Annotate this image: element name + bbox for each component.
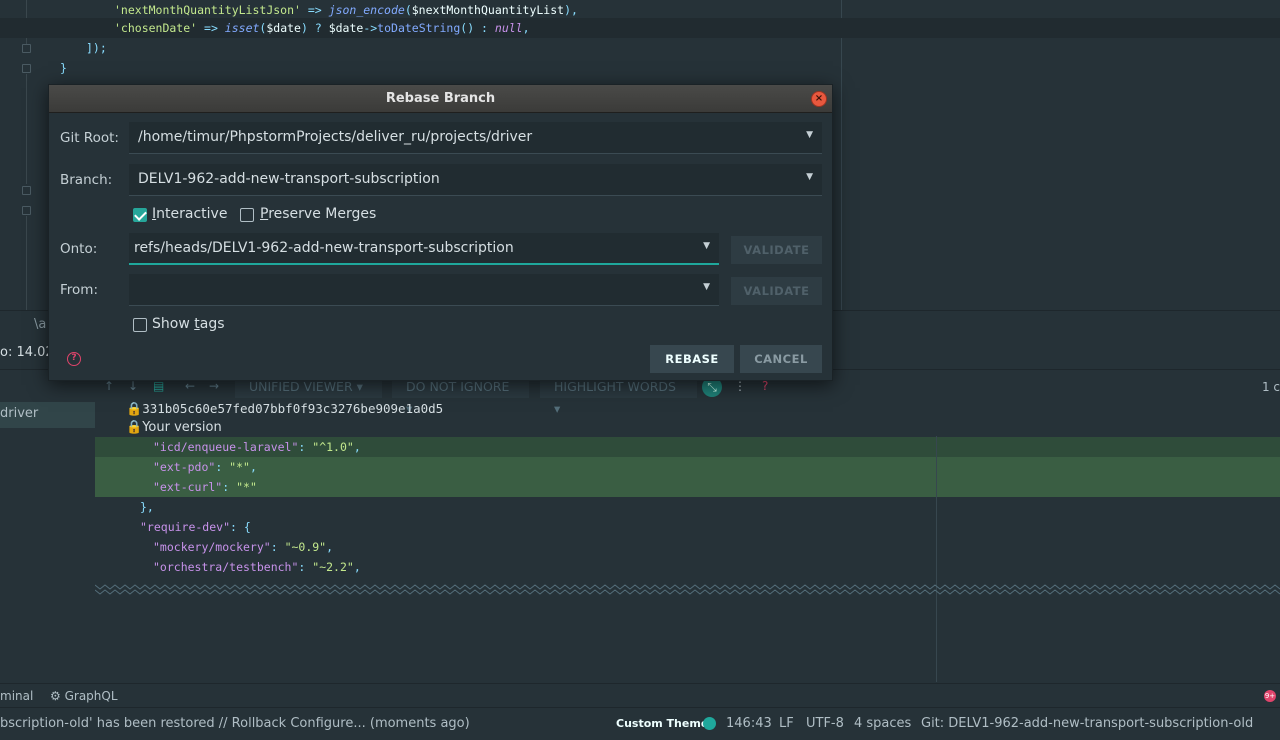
onto-label: Onto: (60, 241, 98, 257)
diff-right-margin (936, 436, 937, 682)
help-icon[interactable]: ? (762, 379, 768, 393)
changes-tree: driver (0, 370, 95, 682)
highlight-label: HIGHLIGHT WORDS (554, 379, 676, 394)
fold-marker-icon[interactable] (22, 186, 31, 195)
preserve-merges-checkbox[interactable] (240, 208, 254, 222)
fold-marker-icon[interactable] (22, 44, 31, 53)
preserve-text: reserve Merges (268, 206, 377, 222)
cursor-position[interactable]: 146:43 (726, 716, 772, 731)
diff-line[interactable]: "ext-pdo": "*", (95, 457, 1280, 477)
diff-line[interactable]: "mockery/mockery": "~0.9", (95, 537, 1280, 557)
cancel-button[interactable]: CANCEL (740, 345, 822, 373)
theme-dot-icon (703, 717, 716, 730)
graphql-label: GraphQL (64, 689, 118, 703)
help-icon[interactable]: ? (67, 352, 81, 366)
editor-gutter (0, 0, 50, 310)
show-tags-text-rest: ags (199, 316, 225, 332)
rebase-branch-dialog: Rebase Branch × Git Root: /home/timur/Ph… (48, 84, 833, 381)
from-combo[interactable]: ▼ (129, 274, 719, 306)
ignore-label: DO NOT IGNORE (406, 379, 510, 394)
fold-guide (26, 74, 27, 184)
chevron-down-icon: ▼ (806, 172, 813, 182)
your-version-row: 🔒Your version (126, 420, 222, 435)
graphql-tab[interactable]: ⚙ GraphQL (50, 689, 118, 703)
collapsed-region-marker[interactable] (95, 584, 1280, 596)
chevron-down-icon: ▼ (703, 241, 710, 251)
validate-from-button[interactable]: VALIDATE (731, 277, 822, 305)
rebase-button[interactable]: REBASE (650, 345, 734, 373)
interactive-label[interactable]: Interactive (152, 206, 227, 222)
onto-value: refs/heads/DELV1-962-add-new-transport-s… (134, 240, 514, 256)
show-tags-text: Show (152, 316, 195, 332)
show-tags-checkbox[interactable] (133, 318, 147, 332)
lock-icon: 🔒 (126, 402, 143, 417)
file-encoding[interactable]: UTF-8 (806, 716, 844, 731)
status-bar: bscription-old' has been restored // Rol… (0, 707, 1280, 740)
theme-indicator[interactable]: Custom Theme (612, 715, 712, 733)
chevron-down-icon: ▼ (806, 130, 813, 140)
interactive-checkbox[interactable] (133, 208, 147, 222)
arrow-up-icon[interactable]: ↑ (104, 379, 114, 393)
tree-item-driver[interactable]: driver (0, 406, 38, 421)
more-options-icon[interactable]: ⋮ (734, 379, 746, 393)
git-root-select[interactable]: /home/timur/PhpstormProjects/deliver_ru/… (129, 122, 822, 154)
from-label: From: (60, 282, 98, 298)
commit-hash: 331b05c60e57fed07bbf0f93c3276be909e1a0d5 (142, 401, 444, 416)
viewer-mode-label: UNIFIED VIEWER (249, 379, 353, 394)
branch-select[interactable]: DELV1-962-add-new-transport-subscription… (129, 164, 822, 196)
interactive-text: nteractive (156, 206, 228, 222)
terminal-tab[interactable]: minal (0, 689, 33, 703)
validate-onto-button[interactable]: VALIDATE (731, 236, 822, 264)
diff-line[interactable]: "icd/enqueue-laravel": "^1.0", (95, 437, 1280, 457)
chevron-down-icon: ▼ (703, 282, 710, 292)
arrow-down-icon[interactable]: ↓ (128, 379, 138, 393)
fold-marker-icon[interactable] (22, 64, 31, 73)
file-icon[interactable]: ▤ (153, 379, 164, 393)
status-message[interactable]: bscription-old' has been restored // Rol… (0, 716, 470, 731)
indent-setting[interactable]: 4 spaces (854, 716, 911, 731)
git-branch[interactable]: Git: DELV1-962-add-new-transport-subscri… (921, 716, 1253, 731)
diff-line[interactable]: "orchestra/testbench": "~2.2", (95, 557, 1280, 577)
commit-info-text: o: 14.02 (0, 345, 54, 360)
your-version-label: Your version (142, 420, 222, 435)
close-icon[interactable]: × (811, 91, 827, 107)
arrow-left-icon[interactable]: ← (185, 379, 195, 393)
code-line[interactable]: 'chosenDate' => isset($date) ? $date->to… (0, 18, 1280, 38)
show-tags-label[interactable]: Show tags (152, 316, 225, 332)
lock-icon: 🔒 (126, 420, 143, 435)
right-margin-guide (841, 0, 842, 310)
diff-counter: 1 c (1261, 380, 1280, 394)
git-root-value: /home/timur/PhpstormProjects/deliver_ru/… (138, 129, 533, 145)
tool-window-bar: minal ⚙ GraphQL 9+ (0, 683, 1280, 707)
arrow-right-icon[interactable]: → (209, 379, 219, 393)
git-root-label: Git Root: (60, 130, 119, 146)
diff-line[interactable]: }, (95, 497, 1280, 517)
onto-combo[interactable]: refs/heads/DELV1-962-add-new-transport-s… (129, 233, 719, 265)
dialog-titlebar[interactable]: Rebase Branch × (49, 85, 832, 113)
commit-hash-row: 🔒331b05c60e57fed07bbf0f93c3276be909e1a0d… (126, 401, 443, 417)
diff-line[interactable]: "require-dev": { (95, 517, 1280, 537)
line-ending[interactable]: LF (779, 716, 794, 731)
branch-label: Branch: (60, 172, 113, 188)
tab-label[interactable]: \a (34, 317, 46, 332)
graphql-icon: ⚙ (50, 689, 61, 703)
fold-marker-icon[interactable] (22, 206, 31, 215)
preserve-merges-label[interactable]: Preserve Merges (260, 206, 376, 222)
fold-guide (26, 216, 27, 310)
branch-value: DELV1-962-add-new-transport-subscription (138, 171, 440, 187)
dialog-title: Rebase Branch (385, 91, 496, 106)
diff-line[interactable]: "ext-curl": "*" (95, 477, 1280, 497)
preserve-mnemonic: P (260, 206, 269, 222)
event-log-icon[interactable]: 9+ (1264, 690, 1276, 702)
